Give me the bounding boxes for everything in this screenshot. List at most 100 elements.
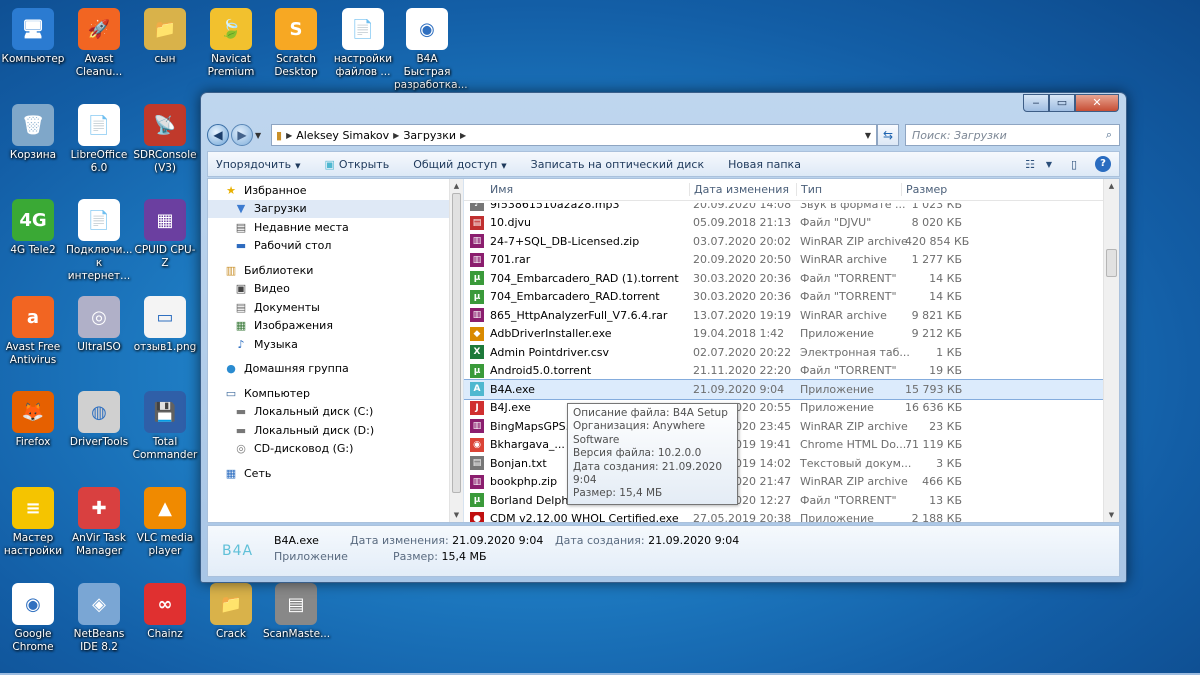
nav-item[interactable]: ▦ Изображения — [208, 317, 449, 336]
back-button[interactable]: ◀ — [207, 124, 229, 146]
nav-item[interactable]: ▤ Документы — [208, 298, 449, 317]
address-dropdown-icon[interactable]: ▼ — [860, 131, 876, 140]
nav-item[interactable]: ◎ CD-дисковод (G:) — [208, 440, 449, 459]
nav-item[interactable]: ▭ Компьютер — [208, 384, 449, 403]
nav-scroll-thumb[interactable] — [452, 193, 461, 493]
file-row[interactable]: ◉ Bkhargava_... 22.09.2019 19:41 Chrome HTM… — [464, 436, 1103, 455]
view-options-icon[interactable]: ☷ — [1019, 158, 1041, 171]
nav-item[interactable]: ♪ Музыка — [208, 335, 449, 354]
nav-item[interactable]: ▬ Локальный диск (C:) — [208, 403, 449, 422]
nav-item[interactable]: ▤ Недавние места — [208, 218, 449, 237]
breadcrumb-downloads[interactable]: Загрузки — [403, 129, 456, 142]
column-date-header[interactable]: Дата изменения — [689, 183, 796, 196]
scroll-up-icon[interactable]: ▲ — [450, 179, 463, 193]
nav-item[interactable]: ▼ Загрузки — [208, 199, 449, 218]
file-date-cell: 19.04.2018 1:42 — [693, 327, 785, 341]
desktop-shortcut[interactable]: ◎ UltraISO — [66, 296, 132, 354]
nav-scrollbar[interactable]: ▲ ▼ — [449, 179, 463, 522]
file-row[interactable]: X Admin Pointdriver.csv 02.07.2020 20:22 Эл… — [464, 343, 1103, 362]
desktop-shortcut[interactable]: 🖥 Компьютер — [0, 8, 66, 66]
file-scroll-thumb[interactable] — [1106, 249, 1117, 277]
chainz-icon: ∞ — [144, 583, 186, 625]
close-button[interactable]: ✕ — [1075, 94, 1119, 112]
refresh-button[interactable]: ⇆ — [877, 124, 899, 146]
desktop-shortcut[interactable]: ▤ ScanMaste... — [263, 583, 330, 641]
file-name: Bonjan.txt — [490, 456, 547, 470]
file-row[interactable]: ▤ Bonjan.txt 20.09.2019 14:02 Текстовый док… — [464, 454, 1103, 473]
file-name-cell: X Admin Pointdriver.csv — [464, 345, 689, 360]
nav-item[interactable]: ● Домашняя группа — [208, 360, 449, 379]
organize-button[interactable]: Упорядочить ▼ — [216, 158, 301, 171]
file-row[interactable]: J B4J.exe 01.11.2020 20:55 Приложение 16 636… — [464, 399, 1103, 418]
desktop-shortcut[interactable]: 💾 Total Commander — [132, 391, 198, 462]
file-row[interactable]: ▥ BingMapsGPS.zip 28.07.2020 23:45 WinRAR Z… — [464, 417, 1103, 436]
desktop-shortcut[interactable]: 🚀 Avast Cleanu... — [66, 8, 132, 79]
file-scrollbar[interactable]: ▲ ▼ — [1103, 179, 1119, 522]
desktop-shortcut[interactable]: 📁 сын — [132, 8, 198, 66]
view-dropdown-icon[interactable]: ▼ — [1043, 160, 1055, 169]
help-icon[interactable]: ? — [1095, 156, 1111, 172]
file-row[interactable]: μ Android5.0.torrent 21.11.2020 22:20 Файл … — [464, 362, 1103, 381]
scroll-up-icon[interactable]: ▲ — [1104, 179, 1119, 193]
recent-pages-dropdown[interactable]: ▼ — [255, 131, 265, 140]
preview-pane-icon[interactable]: ▯ — [1063, 158, 1085, 171]
breadcrumb-user[interactable]: Aleksey Simakov — [296, 129, 389, 142]
address-bar[interactable]: ▮ ▶ Aleksey Simakov ▶ Загрузки ▶ ▼ — [271, 124, 877, 146]
maximize-button[interactable]: ▭ — [1049, 94, 1075, 112]
file-row[interactable]: ▤ 10.djvu 05.09.2018 21:13 Файл "DJVU" 8 020… — [464, 214, 1103, 233]
desktop-shortcut[interactable]: ◉ Google Chrome — [0, 583, 66, 654]
burn-button[interactable]: Записать на оптический диск — [531, 158, 704, 171]
desktop-shortcut[interactable]: 🦊 Firefox — [0, 391, 66, 449]
desktop-shortcut[interactable]: 🍃 Navicat Premium — [198, 8, 264, 79]
search-icon[interactable]: ⌕ — [1099, 128, 1119, 142]
nav-item[interactable]: ▦ Сеть — [208, 464, 449, 483]
file-row[interactable]: A B4A.exe 21.09.2020 9:04 Приложение 15 793 … — [464, 379, 1104, 400]
nav-item[interactable]: ▬ Рабочий стол — [208, 237, 449, 256]
nav-item[interactable]: ▬ Локальный диск (D:) — [208, 421, 449, 440]
desktop-shortcut[interactable]: ▲ VLC media player — [132, 487, 198, 558]
desktop-shortcut[interactable]: 4G 4G Tele2 — [0, 199, 66, 257]
desktop-shortcut[interactable]: 📁 Crack — [198, 583, 264, 641]
desktop-shortcut[interactable]: ◈ NetBeans IDE 8.2 — [66, 583, 132, 654]
desktop-shortcut[interactable]: ▦ CPUID CPU-Z — [132, 199, 198, 270]
column-type-header[interactable]: Тип — [796, 183, 901, 196]
file-row[interactable]: μBorland Delphi 3.02 Client Server Suite… — [464, 491, 1103, 510]
scroll-down-icon[interactable]: ▼ — [450, 508, 463, 522]
desktop-shortcut[interactable]: ◍ DriverTools — [66, 391, 132, 449]
file-row[interactable]: ▥ 24-7+SQL_DB-Licensed.zip 03.07.2020 20:0… — [464, 232, 1103, 251]
search-input[interactable]: Поиск: Загрузки ⌕ — [905, 124, 1120, 146]
file-type-cell: WinRAR ZIP archive — [800, 475, 908, 489]
chevron-right-icon: ▶ — [460, 130, 467, 140]
nav-item[interactable]: ★ Избранное — [208, 181, 449, 200]
desktop-shortcut[interactable]: S Scratch Desktop — [263, 8, 329, 79]
desktop-shortcut[interactable]: 📄 LibreOffice 6.0 — [66, 104, 132, 175]
open-button[interactable]: ▣ Открыть — [325, 158, 390, 171]
minimize-button[interactable]: ‒ — [1023, 94, 1049, 112]
scroll-down-icon[interactable]: ▼ — [1104, 508, 1119, 522]
file-date-cell: 02.07.2020 20:22 — [693, 345, 792, 359]
desktop-shortcut[interactable]: ◉ B4A Быстрая разработка... — [394, 8, 468, 92]
file-row[interactable]: μ 704_Embarcadero_RAD.torrent 30.03.2020 2… — [464, 288, 1103, 307]
desktop-shortcut[interactable]: 📄 Подключи... к интернет... — [66, 199, 133, 283]
file-row[interactable]: ▥ bookphp.zip 23.06.2020 21:47 WinRAR ZIP a… — [464, 473, 1103, 492]
file-row[interactable]: ▥ 701.rar 20.09.2020 20:50 WinRAR archive 1 … — [464, 251, 1103, 270]
share-button[interactable]: Общий доступ ▼ — [413, 158, 506, 171]
desktop-shortcut[interactable]: ≡ Мастер настройки — [0, 487, 66, 558]
file-row[interactable]: ● CDM v2.12.00 WHQL Certified.exe 27.05.20… — [464, 510, 1103, 522]
column-name-header[interactable]: Имя — [464, 183, 689, 196]
desktop-shortcut[interactable]: 📡 SDRConsole (V3) — [132, 104, 198, 175]
forward-button[interactable]: ▶ — [231, 124, 253, 146]
desktop-shortcut[interactable]: 📄 настройки файлов ... — [330, 8, 396, 79]
nav-item[interactable]: ▣ Видео — [208, 280, 449, 299]
file-row[interactable]: μ 704_Embarcadero_RAD (1).torrent 30.03.20… — [464, 269, 1103, 288]
desktop-shortcut[interactable]: ✚ AnVir Task Manager — [66, 487, 132, 558]
desktop-shortcut[interactable]: 🗑 Корзина — [0, 104, 66, 162]
new-folder-button[interactable]: Новая папка — [728, 158, 801, 171]
desktop-shortcut[interactable]: ▭ отзыв1.png — [132, 296, 198, 354]
column-size-header[interactable]: Размер — [901, 183, 968, 196]
desktop-shortcut[interactable]: a Avast Free Antivirus — [0, 296, 66, 367]
desktop-shortcut[interactable]: ∞ Chainz — [132, 583, 198, 641]
file-row[interactable]: ◆ AdbDriverInstaller.exe 19.04.2018 1:42 Пр… — [464, 325, 1103, 344]
file-row[interactable]: ▥ 865_HttpAnalyzerFull_V7.6.4.rar 13.07.20… — [464, 306, 1103, 325]
nav-item[interactable]: ▥ Библиотеки — [208, 261, 449, 280]
